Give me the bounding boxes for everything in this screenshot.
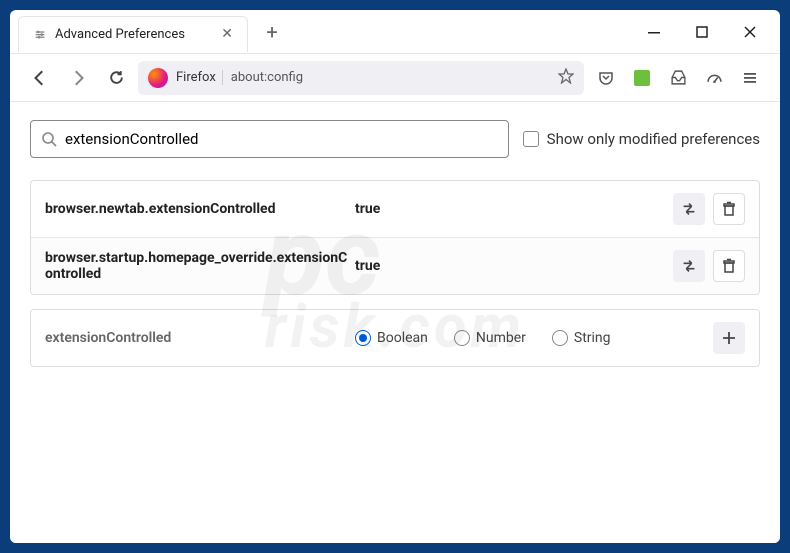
- tab-title: Advanced Preferences: [55, 27, 213, 42]
- reload-button[interactable]: [100, 62, 132, 94]
- firefox-logo-icon: [148, 68, 168, 88]
- minimize-button[interactable]: [632, 16, 676, 48]
- preferences-list: browser.newtab.extensionControlled true …: [30, 180, 760, 295]
- radio-icon: [454, 330, 470, 346]
- speedometer-icon[interactable]: [698, 62, 730, 94]
- search-icon: [41, 131, 57, 147]
- url-text: about:config: [231, 70, 550, 85]
- close-window-button[interactable]: [728, 16, 772, 48]
- url-bar[interactable]: Firefox about:config: [138, 61, 584, 95]
- delete-button[interactable]: [713, 250, 745, 282]
- pocket-icon[interactable]: [590, 62, 622, 94]
- pref-value: true: [355, 258, 673, 274]
- modified-only-checkbox[interactable]: Show only modified preferences: [523, 130, 760, 148]
- radio-boolean[interactable]: Boolean: [355, 330, 428, 346]
- window-controls: [632, 16, 780, 48]
- preference-row[interactable]: browser.newtab.extensionControlled true: [31, 181, 759, 237]
- search-row: Show only modified preferences: [30, 120, 760, 158]
- toggle-button[interactable]: [673, 193, 705, 225]
- add-button[interactable]: [713, 322, 745, 354]
- page-content: Show only modified preferences browser.n…: [10, 102, 780, 543]
- delete-button[interactable]: [713, 193, 745, 225]
- preference-row[interactable]: browser.startup.homepage_override.extens…: [31, 237, 759, 294]
- forward-button[interactable]: [62, 62, 94, 94]
- search-box[interactable]: [30, 120, 509, 158]
- pref-name: browser.newtab.extensionControlled: [45, 201, 355, 217]
- browser-toolbar: Firefox about:config: [10, 54, 780, 102]
- browser-window: Advanced Preferences ✕ + Firefox about:c…: [10, 10, 780, 543]
- pref-name: browser.startup.homepage_override.extens…: [45, 250, 355, 282]
- close-tab-icon[interactable]: ✕: [221, 26, 233, 42]
- firefox-label: Firefox: [176, 70, 223, 85]
- menu-icon[interactable]: [734, 62, 766, 94]
- inbox-icon[interactable]: [662, 62, 694, 94]
- add-preference-row: extensionControlled Boolean Number Strin…: [30, 309, 760, 367]
- radio-icon: [552, 330, 568, 346]
- titlebar: Advanced Preferences ✕ +: [10, 10, 780, 54]
- bookmark-star-icon[interactable]: [558, 68, 574, 88]
- browser-tab[interactable]: Advanced Preferences ✕: [18, 16, 248, 52]
- type-radio-group: Boolean Number String: [355, 330, 713, 346]
- pref-value: true: [355, 201, 673, 217]
- new-tab-button[interactable]: +: [258, 18, 286, 46]
- back-button[interactable]: [24, 62, 56, 94]
- search-input[interactable]: [65, 130, 498, 148]
- maximize-button[interactable]: [680, 16, 724, 48]
- radio-string[interactable]: String: [552, 330, 611, 346]
- settings-icon: [33, 27, 47, 41]
- radio-number[interactable]: Number: [454, 330, 526, 346]
- extension-icon[interactable]: [626, 62, 658, 94]
- checkbox-label: Show only modified preferences: [547, 130, 760, 148]
- toggle-button[interactable]: [673, 250, 705, 282]
- new-pref-name: extensionControlled: [45, 330, 355, 346]
- radio-icon: [355, 330, 371, 346]
- checkbox-icon: [523, 131, 539, 147]
